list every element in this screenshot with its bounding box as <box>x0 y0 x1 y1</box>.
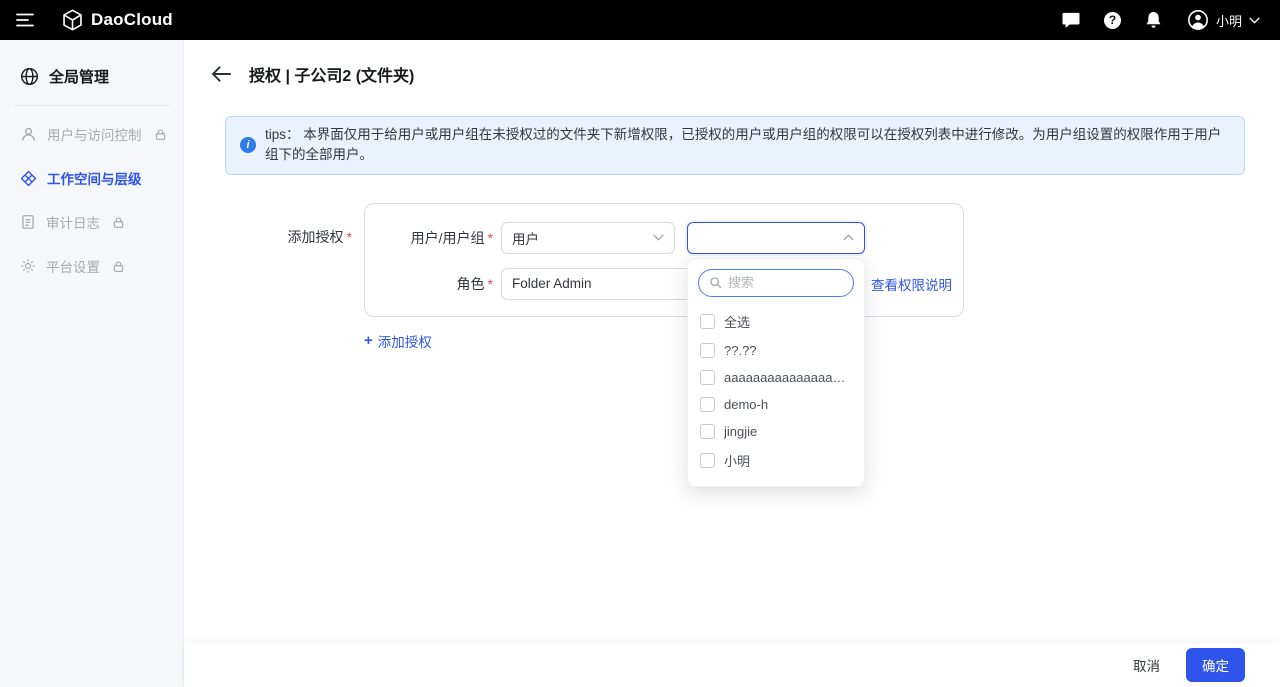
option-label: jingjie <box>724 424 757 439</box>
content-area: i tips： 本界面仅用于给用户或用户组在未授权过的文件夹下新增权限，已授权的… <box>184 102 1280 643</box>
role-row: 角色* Folder Admin 查看权限说明 <box>381 268 955 300</box>
checkbox[interactable] <box>700 453 715 468</box>
brand-logo[interactable]: DaoCloud <box>62 9 173 31</box>
lock-icon <box>154 128 167 141</box>
audit-log-icon <box>20 214 36 230</box>
main-panel: 授权 | 子公司2 (文件夹) i tips： 本界面仅用于给用户或用户组在未授… <box>184 40 1280 687</box>
daocloud-logo-icon <box>62 9 83 31</box>
required-mark: * <box>488 276 493 292</box>
sidebar-item-label: 平台设置 <box>46 256 100 276</box>
checkbox[interactable] <box>700 314 715 329</box>
divider <box>14 105 169 106</box>
sidebar: 全局管理 用户与访问控制 工作空间与层级 审计日志 <box>0 40 184 687</box>
add-authorization-form: 添加授权* 用户/用户组* 用户 <box>225 203 1245 351</box>
back-button[interactable] <box>212 66 231 82</box>
role-label-text: 角色 <box>457 276 485 292</box>
sidebar-item-label: 工作空间与层级 <box>47 168 142 188</box>
user-type-value: 用户 <box>512 228 539 248</box>
search-input[interactable] <box>728 275 843 290</box>
footer-bar: 取消 确定 <box>184 643 1280 687</box>
add-authorization-label: 添加授权 <box>378 331 432 351</box>
brand-name: DaoCloud <box>91 10 173 30</box>
required-mark: * <box>347 229 352 245</box>
form-right: 用户/用户组* 用户 <box>364 203 964 351</box>
sidebar-item-global-management[interactable]: 全局管理 <box>0 50 183 105</box>
sidebar-item-label: 审计日志 <box>46 212 100 232</box>
page-header: 授权 | 子公司2 (文件夹) <box>184 40 1280 102</box>
chevron-up-icon <box>843 234 854 241</box>
user-menu[interactable]: 小明 <box>1187 9 1260 31</box>
avatar-icon <box>1187 9 1209 31</box>
option-label: ??.?? <box>724 343 757 358</box>
user-group-label: 用户/用户组* <box>381 228 493 248</box>
authorization-card: 用户/用户组* 用户 <box>364 203 964 317</box>
confirm-button[interactable]: 确定 <box>1186 648 1245 682</box>
section-label-text: 添加授权 <box>288 229 344 245</box>
info-icon: i <box>240 137 256 153</box>
sidebar-item-audit-log[interactable]: 审计日志 <box>0 200 183 244</box>
checkbox[interactable] <box>700 370 715 385</box>
help-icon[interactable]: ? <box>1104 12 1121 29</box>
role-label: 角色* <box>381 274 493 294</box>
sidebar-item-label: 用户与访问控制 <box>47 124 142 144</box>
required-mark: * <box>488 230 493 246</box>
option-label: 小明 <box>724 451 750 470</box>
tips-text: tips： 本界面仅用于给用户或用户组在未授权过的文件夹下新增权限，已授权的用户… <box>265 125 1230 166</box>
add-authorization-link[interactable]: + 添加授权 <box>364 331 432 351</box>
chevron-down-icon <box>1249 17 1260 24</box>
user-name: 小明 <box>1216 11 1242 30</box>
role-value: Folder Admin <box>512 276 592 291</box>
lock-icon <box>112 260 125 273</box>
user-type-select[interactable]: 用户 <box>501 222 675 254</box>
menu-icon[interactable] <box>14 9 36 31</box>
sidebar-item-workspace-hierarchy[interactable]: 工作空间与层级 <box>0 156 183 200</box>
dropdown-option[interactable]: demo-h <box>698 391 854 418</box>
permission-help-link[interactable]: 查看权限说明 <box>871 274 952 294</box>
lock-icon <box>112 216 125 229</box>
sidebar-item-user-access-control[interactable]: 用户与访问控制 <box>0 112 183 156</box>
user-group-row: 用户/用户组* 用户 <box>381 222 955 254</box>
search-icon <box>709 276 722 289</box>
dropdown-option[interactable]: ??.?? <box>698 337 854 364</box>
add-auth-section-label: 添加授权* <box>225 203 352 247</box>
option-label: demo-h <box>724 397 768 412</box>
dropdown-search[interactable] <box>698 269 854 297</box>
page-title: 授权 | 子公司2 (文件夹) <box>249 62 414 86</box>
option-label: aaaaaaaaaaaaaaaaaaaaaaaa <box>724 370 852 385</box>
dropdown-option[interactable]: aaaaaaaaaaaaaaaaaaaaaaaa <box>698 364 854 391</box>
workspace-icon <box>20 170 37 187</box>
user-icon <box>20 126 37 143</box>
sidebar-title: 全局管理 <box>49 66 109 87</box>
dropdown-options: 全选 ??.?? aaaaaaaaaaaaaaaaaaaaaaaa <box>698 306 854 476</box>
checkbox[interactable] <box>700 424 715 439</box>
tips-banner: i tips： 本界面仅用于给用户或用户组在未授权过的文件夹下新增权限，已授权的… <box>225 116 1245 175</box>
cancel-button[interactable]: 取消 <box>1133 655 1160 675</box>
notification-icon[interactable] <box>1143 9 1165 31</box>
topbar: DaoCloud ? 小明 <box>0 0 1280 40</box>
sidebar-item-platform-settings[interactable]: 平台设置 <box>0 244 183 288</box>
option-label: 全选 <box>724 312 750 331</box>
dropdown-option[interactable]: 小明 <box>698 445 854 476</box>
checkbox[interactable] <box>700 343 715 358</box>
user-dropdown: 全选 ??.?? aaaaaaaaaaaaaaaaaaaaaaaa <box>687 258 865 487</box>
plus-icon: + <box>364 333 373 348</box>
gear-icon <box>20 258 36 274</box>
user-select[interactable] <box>687 222 865 254</box>
dropdown-option[interactable]: jingjie <box>698 418 854 445</box>
user-group-label-text: 用户/用户组 <box>411 230 485 246</box>
globe-icon <box>20 67 39 86</box>
chevron-down-icon <box>653 234 664 241</box>
checkbox[interactable] <box>700 397 715 412</box>
message-icon[interactable] <box>1060 9 1082 31</box>
dropdown-option-select-all[interactable]: 全选 <box>698 306 854 337</box>
